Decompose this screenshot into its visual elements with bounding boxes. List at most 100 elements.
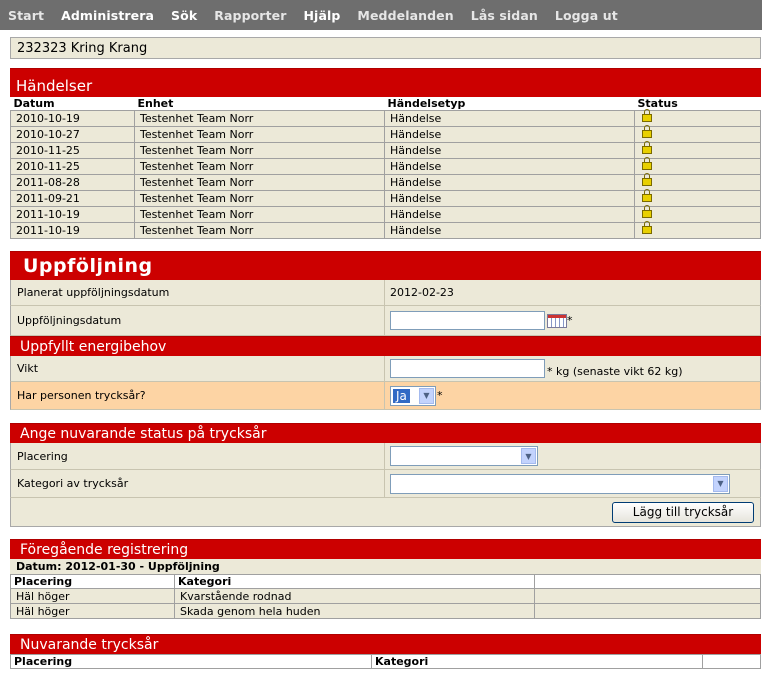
table-row: 2010-10-27 Testenhet Team Norr Händelse <box>10 125 761 143</box>
chevron-down-icon[interactable]: ▼ <box>713 475 728 492</box>
table-row: 2010-11-25 Testenhet Team Norr Händelse <box>10 157 761 175</box>
cell-handelsetyp: Händelse <box>384 110 635 127</box>
lock-icon[interactable] <box>642 221 652 234</box>
required-marker: * <box>437 389 443 402</box>
cell-enhet: Testenhet Team Norr <box>134 158 385 175</box>
cell-datum: 2010-10-19 <box>10 110 135 127</box>
uppfoljning-section: Uppföljning Planerat uppföljningsdatum 2… <box>10 251 761 410</box>
planerat-row: Planerat uppföljningsdatum 2012-02-23 <box>10 280 761 306</box>
nav-logga-ut[interactable]: Logga ut <box>555 8 618 23</box>
kategori-select[interactable]: ▼ <box>390 473 730 494</box>
required-marker: * <box>567 314 573 327</box>
calendar-icon[interactable] <box>547 313 567 328</box>
col-placering: Placering <box>10 654 372 669</box>
foregaende-table: Placering Kategori Häl höger Kvarstående … <box>10 574 761 619</box>
cell-kategori: Skada genom hela huden <box>174 603 535 619</box>
cell-status <box>634 157 761 175</box>
nav-meddelanden[interactable]: Meddelanden <box>357 8 453 23</box>
cell-enhet: Testenhet Team Norr <box>134 142 385 159</box>
cell-handelsetyp: Händelse <box>384 222 635 239</box>
col-kategori: Kategori <box>371 654 703 669</box>
lock-icon[interactable] <box>642 189 652 202</box>
vikt-row: Vikt * kg (senaste vikt 62 kg) <box>10 356 761 382</box>
cell-handelsetyp: Händelse <box>384 190 635 207</box>
cell-enhet: Testenhet Team Norr <box>134 126 385 143</box>
nuvarande-table: Placering Kategori <box>10 654 761 669</box>
col-empty <box>534 574 761 589</box>
foregaende-title: Föregående registrering <box>10 539 761 559</box>
cell-status <box>634 221 761 239</box>
vikt-label: Vikt <box>11 356 385 381</box>
cell-placering: Häl höger <box>10 588 175 604</box>
nuvarande-section: Nuvarande trycksår Placering Kategori <box>10 634 761 669</box>
col-empty <box>702 654 761 669</box>
nav-sok[interactable]: Sök <box>171 8 197 23</box>
placering-select[interactable]: ▼ <box>390 446 538 466</box>
lock-icon[interactable] <box>642 173 652 186</box>
vikt-input[interactable] <box>390 359 545 378</box>
trycksar-question-row: Har personen trycksår? Ja ▼ * <box>10 382 761 410</box>
lock-icon[interactable] <box>642 141 652 154</box>
nuvarande-title: Nuvarande trycksår <box>10 634 761 654</box>
cell-status <box>634 125 761 143</box>
cell-empty <box>534 603 761 619</box>
foregaende-section: Föregående registrering Datum: 2012-01-3… <box>10 539 761 619</box>
cell-status <box>634 173 761 191</box>
nav-hjalp[interactable]: Hjälp <box>304 8 341 23</box>
cell-datum: 2011-10-19 <box>10 206 135 223</box>
chevron-down-icon[interactable]: ▼ <box>419 387 434 404</box>
cell-kategori: Kvarstående rodnad <box>174 588 535 604</box>
patient-name: 232323 Kring Krang <box>10 37 761 59</box>
trycksar-selected-value: Ja <box>393 388 410 403</box>
table-row: 2011-09-21 Testenhet Team Norr Händelse <box>10 189 761 207</box>
handelser-section: Händelser Datum Enhet Händelsetyp Status… <box>10 68 761 239</box>
add-trycksar-button[interactable]: Lägg till trycksår <box>612 501 754 523</box>
status-title: Ange nuvarande status på trycksår <box>10 423 761 443</box>
col-status: Status <box>637 97 678 110</box>
table-row: 2011-08-28 Testenhet Team Norr Händelse <box>10 173 761 191</box>
kategori-row: Kategori av trycksår ▼ <box>10 470 761 498</box>
uppfoljningsdatum-label: Uppföljningsdatum <box>11 306 385 335</box>
col-handelsetyp: Händelsetyp <box>387 97 466 110</box>
placering-label: Placering <box>11 443 385 469</box>
col-kategori: Kategori <box>174 574 535 589</box>
cell-status <box>634 141 761 159</box>
cell-datum: 2011-08-28 <box>10 174 135 191</box>
cell-datum: 2010-10-27 <box>10 126 135 143</box>
chevron-down-icon[interactable]: ▼ <box>521 448 536 464</box>
table-row: Häl höger Skada genom hela huden <box>10 603 761 619</box>
nav-administrera[interactable]: Administrera <box>61 8 154 23</box>
table-row: Häl höger Kvarstående rodnad <box>10 588 761 604</box>
cell-datum: 2010-11-25 <box>10 158 135 175</box>
status-section: Ange nuvarande status på trycksår Placer… <box>10 423 761 527</box>
lock-icon[interactable] <box>642 157 652 170</box>
trycksar-select[interactable]: Ja ▼ <box>390 385 436 406</box>
cell-handelsetyp: Händelse <box>384 158 635 175</box>
cell-datum: 2011-10-19 <box>10 222 135 239</box>
top-nav: Start Administrera Sök Rapporter Hjälp M… <box>0 0 762 30</box>
handelser-title: Händelser <box>10 68 761 97</box>
table-row: 2011-10-19 Testenhet Team Norr Händelse <box>10 221 761 239</box>
lock-icon[interactable] <box>642 109 652 122</box>
cell-datum: 2010-11-25 <box>10 142 135 159</box>
lock-icon[interactable] <box>642 125 652 138</box>
vikt-note: * kg (senaste vikt 62 kg) <box>547 365 683 378</box>
nav-rapporter[interactable]: Rapporter <box>214 8 286 23</box>
lock-icon[interactable] <box>642 205 652 218</box>
table-row: 2010-10-19 Testenhet Team Norr Händelse <box>10 109 761 127</box>
uppfoljningsdatum-input[interactable] <box>390 311 545 330</box>
nav-las-sidan[interactable]: Lås sidan <box>471 8 538 23</box>
cell-handelsetyp: Händelse <box>384 126 635 143</box>
cell-handelsetyp: Händelse <box>384 142 635 159</box>
nav-start[interactable]: Start <box>8 8 44 23</box>
col-enhet: Enhet <box>137 97 174 110</box>
cell-enhet: Testenhet Team Norr <box>134 206 385 223</box>
cell-status <box>634 189 761 207</box>
kategori-label: Kategori av trycksår <box>11 470 385 497</box>
planerat-value: 2012-02-23 <box>390 286 454 299</box>
cell-handelsetyp: Händelse <box>384 174 635 191</box>
cell-enhet: Testenhet Team Norr <box>134 222 385 239</box>
cell-datum: 2011-09-21 <box>10 190 135 207</box>
table-row: 2010-11-25 Testenhet Team Norr Händelse <box>10 141 761 159</box>
cell-status <box>634 205 761 223</box>
